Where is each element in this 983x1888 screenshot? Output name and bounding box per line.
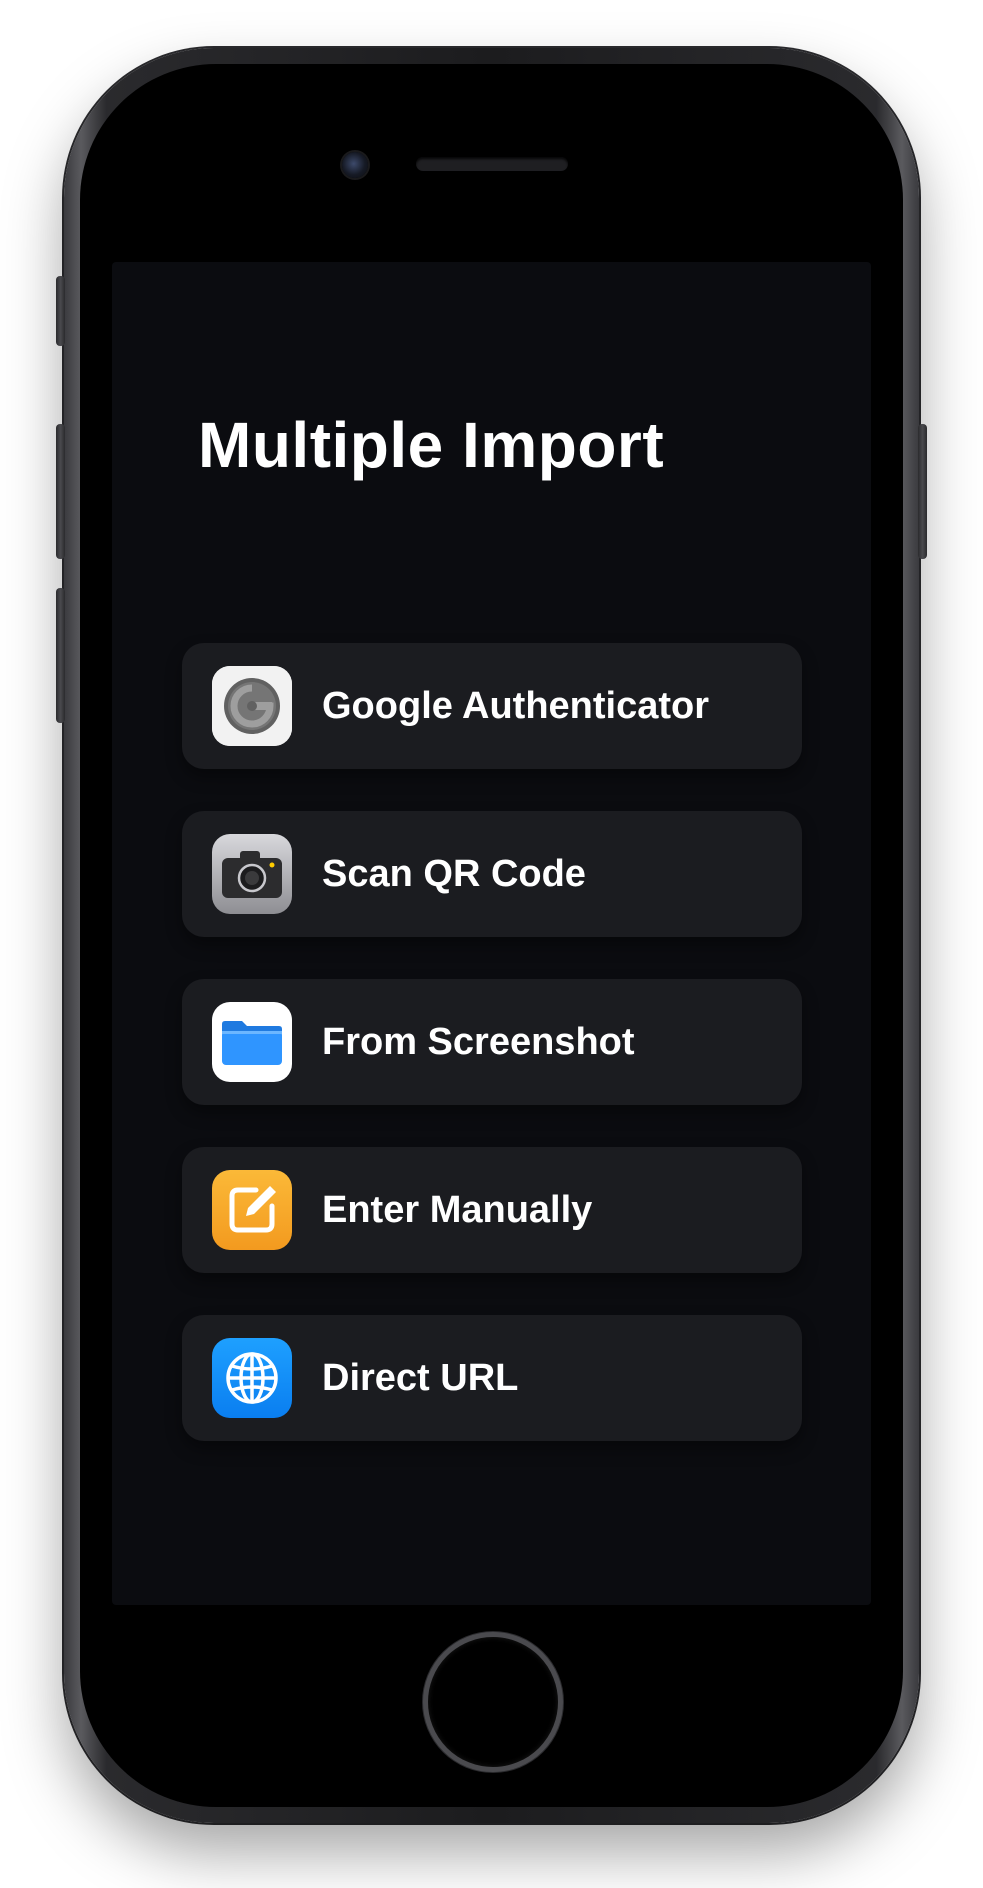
option-google-authenticator[interactable]: Google Authenticator — [182, 643, 802, 769]
page-title: Multiple Import — [198, 409, 665, 481]
device-frame-stage: Multiple Import Google Authenticator Sca… — [0, 0, 983, 1888]
mute-switch — [56, 276, 65, 346]
option-label: Enter Manually — [322, 1188, 593, 1231]
compose-icon — [212, 1170, 292, 1250]
app-screen: Multiple Import Google Authenticator Sca… — [112, 262, 871, 1605]
option-label: Scan QR Code — [322, 852, 586, 895]
option-label: Google Authenticator — [322, 684, 710, 727]
folder-icon — [212, 1002, 292, 1082]
earpiece-speaker — [416, 157, 568, 171]
option-from-screenshot[interactable]: From Screenshot — [182, 979, 802, 1105]
import-options-list: Google Authenticator Scan QR Code From S… — [182, 643, 802, 1483]
option-scan-qr-code[interactable]: Scan QR Code — [182, 811, 802, 937]
option-direct-url[interactable]: Direct URL — [182, 1315, 802, 1441]
volume-up-button — [56, 424, 65, 559]
globe-icon — [212, 1338, 292, 1418]
option-label: From Screenshot — [322, 1020, 635, 1063]
google-authenticator-icon — [212, 666, 292, 746]
volume-down-button — [56, 588, 65, 723]
power-button — [918, 424, 927, 559]
option-label: Direct URL — [322, 1356, 519, 1399]
home-button[interactable] — [423, 1632, 563, 1772]
camera-icon — [212, 834, 292, 914]
front-camera — [342, 152, 368, 178]
option-enter-manually[interactable]: Enter Manually — [182, 1147, 802, 1273]
